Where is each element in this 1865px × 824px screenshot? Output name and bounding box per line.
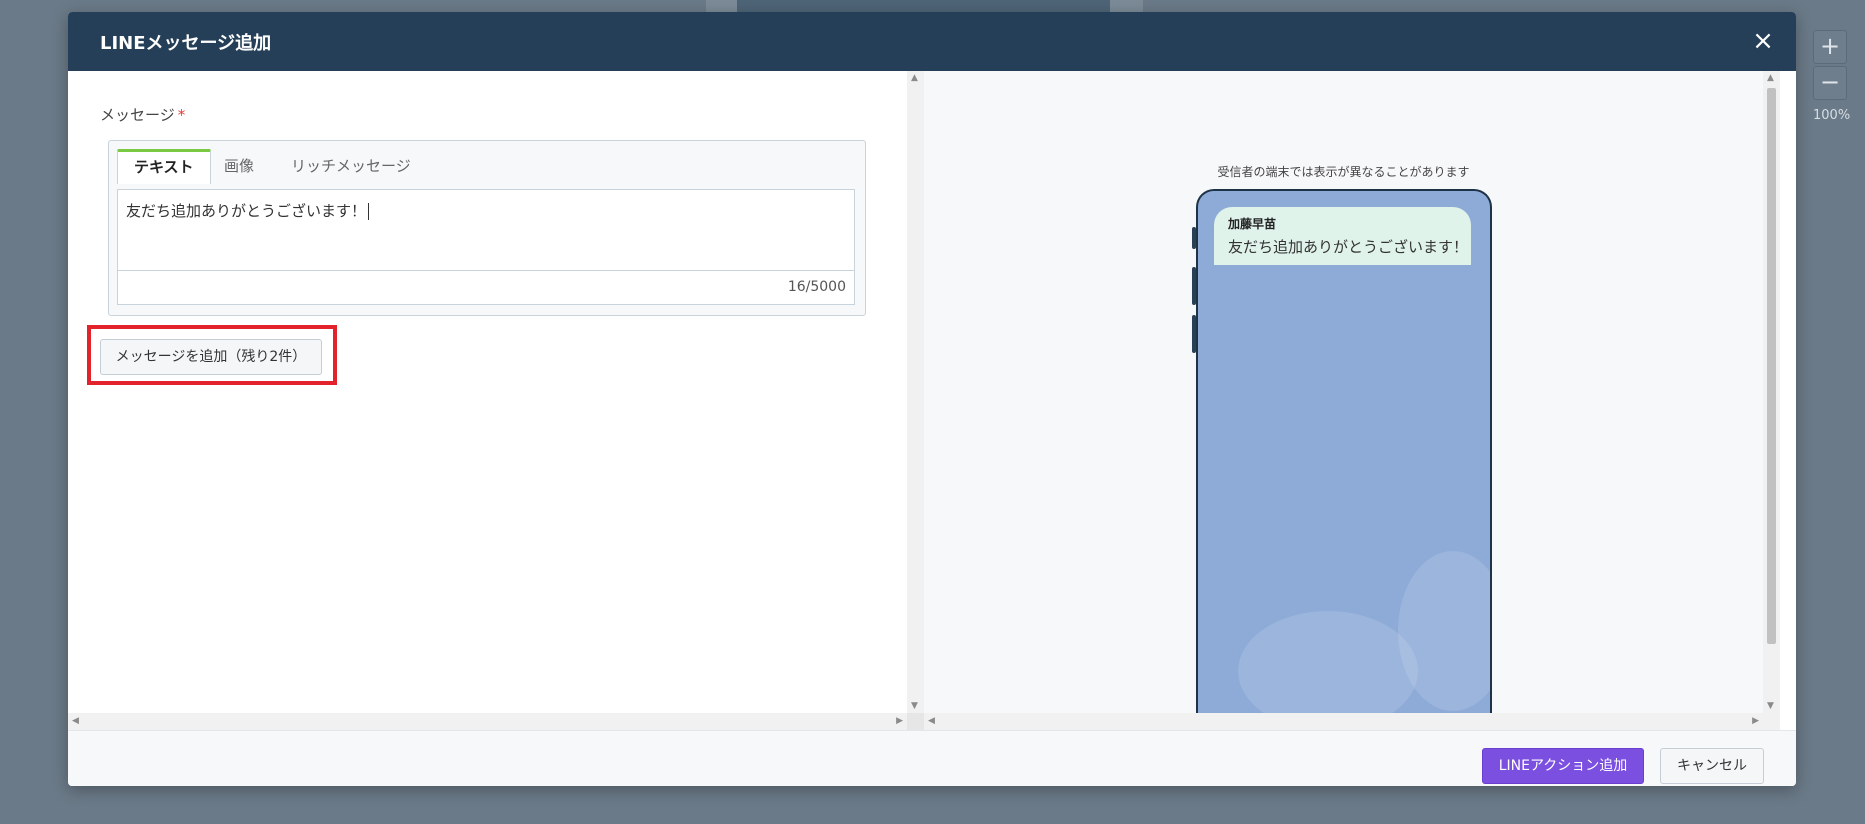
tab-image[interactable]: 画像	[224, 149, 254, 182]
preview-notice: 受信者の端末では表示が異なることがあります	[1217, 165, 1470, 179]
add-message-button[interactable]: メッセージを追加（残り2件）	[100, 339, 322, 375]
modal-footer: LINEアクション追加 キャンセル	[68, 730, 1796, 786]
phone-preview: 加藤早苗 友だち追加ありがとうございます！	[1196, 189, 1492, 731]
scroll-down-arrow-icon[interactable]: ▼	[1767, 701, 1774, 711]
message-text-value: 友だち追加ありがとうございます！	[126, 202, 367, 220]
message-editor-pane: メッセージ * テキスト 画像 リッチメッセージ 友だち追加ありがとうございます！…	[68, 71, 907, 713]
right-scroll-thumb[interactable]	[1767, 88, 1776, 644]
scroll-right-arrow-icon[interactable]: ▶	[896, 716, 903, 726]
zoom-in-button[interactable]: +	[1813, 30, 1847, 64]
close-icon[interactable]: ×	[1748, 26, 1778, 56]
chat-bubble: 加藤早苗 友だち追加ありがとうございます！	[1214, 207, 1471, 265]
modal-title: LINEメッセージ追加	[100, 33, 272, 54]
scroll-up-arrow-icon[interactable]: ▲	[911, 73, 918, 83]
message-editor: テキスト 画像 リッチメッセージ 友だち追加ありがとうございます！ 16/500…	[108, 140, 866, 316]
message-field-label: メッセージ *	[100, 104, 185, 125]
scrollbar-corner	[1763, 713, 1780, 730]
message-textarea[interactable]: 友だち追加ありがとうございます！	[117, 189, 855, 271]
left-vertical-scrollbar[interactable]: ▲ ▼	[907, 71, 924, 713]
counter-bar: 16/5000	[117, 271, 855, 305]
bubble-message: 友だち追加ありがとうございます！	[1228, 238, 1469, 256]
cancel-button[interactable]: キャンセル	[1660, 748, 1764, 784]
message-label-text: メッセージ	[100, 106, 175, 124]
zoom-level: 100%	[1813, 108, 1851, 123]
scroll-down-arrow-icon[interactable]: ▼	[911, 701, 918, 711]
add-line-action-button[interactable]: LINEアクション追加	[1482, 748, 1644, 784]
scroll-right-arrow-icon[interactable]: ▶	[1752, 716, 1759, 726]
preview-pane: 受信者の端末では表示が異なることがあります 加藤早苗 友だち追加ありがとうござい…	[924, 71, 1763, 731]
right-horizontal-scrollbar[interactable]: ◀ ▶	[924, 713, 1763, 730]
character-counter: 16/5000	[787, 279, 846, 295]
left-horizontal-scrollbar[interactable]: ◀ ▶	[68, 713, 907, 730]
scroll-left-arrow-icon[interactable]: ◀	[928, 716, 935, 726]
scrollbar-corner	[907, 713, 924, 730]
line-message-modal: LINEメッセージ追加 × メッセージ * テキスト 画像 リッチメッセージ 友だ…	[68, 12, 1796, 786]
modal-header: LINEメッセージ追加 ×	[68, 12, 1796, 71]
scroll-left-arrow-icon[interactable]: ◀	[72, 716, 79, 726]
tab-text[interactable]: テキスト	[117, 149, 211, 184]
tab-rich-message[interactable]: リッチメッセージ	[291, 149, 411, 182]
zoom-controls: + − 100%	[1813, 30, 1851, 123]
scroll-up-arrow-icon[interactable]: ▲	[1767, 73, 1774, 83]
zoom-out-button[interactable]: −	[1813, 66, 1847, 100]
background-photo	[737, 0, 1110, 12]
text-caret	[368, 203, 370, 220]
bubble-sender: 加藤早苗	[1228, 217, 1277, 231]
required-mark: *	[177, 106, 186, 124]
